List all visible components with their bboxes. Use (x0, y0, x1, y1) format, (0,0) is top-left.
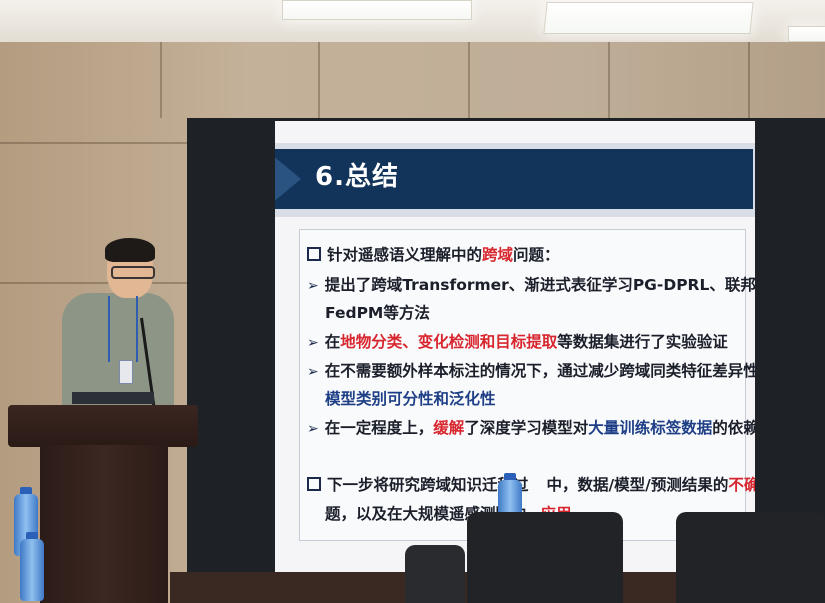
wall-panel-line (0, 142, 190, 144)
bullet-line-5: ➢ 在一定程度上，缓解了深度学习模型对大量训练标签数据的依赖 (307, 416, 755, 438)
wall-panel-line (318, 42, 320, 118)
text-segment: 提出了跨域Transformer、渐进式表征学习PG-DPRL、联邦优化 (324, 276, 755, 294)
arrow-bullet-icon: ➢ (307, 278, 319, 294)
emphasis-text: 模型类别可分性和泛化性 (325, 390, 496, 408)
text-segment: FedPM等方法 (325, 304, 430, 322)
wall-panel-line (748, 42, 750, 118)
emphasis-text: 地物分类、变化检测和目标提取 (340, 333, 558, 351)
wall-panel-line (608, 42, 610, 118)
podium (40, 445, 168, 603)
lanyard (108, 296, 138, 362)
square-bullet-icon (307, 477, 321, 491)
name-badge (119, 360, 133, 384)
emphasis-text: 不确定性 (728, 476, 755, 494)
chair-back (676, 512, 825, 603)
text-segment: 了深度学习模型对 (464, 419, 589, 437)
emphasis-text: 跨域 (482, 246, 514, 264)
text-segment: 的依赖 (712, 419, 755, 437)
chevron-right-icon (275, 149, 301, 209)
text-segment: 中，数据/模型/预测结果的 (546, 476, 729, 494)
wall-panel-line (468, 42, 470, 118)
bullet-line-3: ➢ 在地物分类、变化检测和目标提取等数据集进行了实验验证 (307, 330, 728, 352)
square-bullet-icon (307, 247, 321, 261)
text-segment: 针对遥感语义理解中的 (327, 246, 483, 264)
emphasis-text: 大量训练标签数据 (588, 419, 713, 437)
bullet-line-4: ➢ 在不需要额外样本标注的情况下，通过减少跨域同类特征差异性，提升 (307, 359, 755, 381)
bullet-line-2: ➢ 提出了跨域Transformer、渐进式表征学习PG-DPRL、联邦优化 (307, 273, 755, 295)
ceiling-light-left (282, 0, 472, 20)
bullet-line-4-cont: 模型类别可分性和泛化性 (325, 387, 496, 409)
wall-panel-line (0, 282, 190, 284)
text-segment: 等数据集进行了实验验证 (557, 333, 728, 351)
bullet-line-6: 下一步将研究跨域知识迁移过中，数据/模型/预测结果的不确定性问 (307, 473, 755, 495)
text-segment: 在一定程度上， (324, 419, 434, 437)
bullet-line-1: 针对遥感语义理解中的跨域问题： (307, 243, 560, 265)
presenter-hair (105, 238, 155, 262)
laptop (72, 392, 154, 404)
chair-back (467, 512, 623, 603)
arrow-bullet-icon: ➢ (307, 421, 319, 437)
ceiling-light-far (788, 26, 825, 42)
arrow-bullet-icon: ➢ (307, 335, 319, 351)
slide-title: 6.总结 (315, 162, 399, 192)
water-bottle (20, 539, 44, 601)
text-segment: 在不需要额外样本标注的情况下，通过减少跨域同类特征差异性，提升 (324, 362, 755, 380)
emphasis-text: 缓解 (433, 419, 465, 437)
arrow-bullet-icon: ➢ (307, 364, 319, 380)
ceiling-light-right (543, 2, 754, 34)
wall-panel-line (160, 42, 162, 118)
bullet-line-2-cont: FedPM等方法 (325, 301, 430, 323)
text-segment: 问题： (513, 246, 560, 264)
text-segment: 在 (324, 333, 341, 351)
podium-top (8, 405, 198, 447)
glasses (111, 266, 155, 279)
chair-back (405, 545, 465, 603)
